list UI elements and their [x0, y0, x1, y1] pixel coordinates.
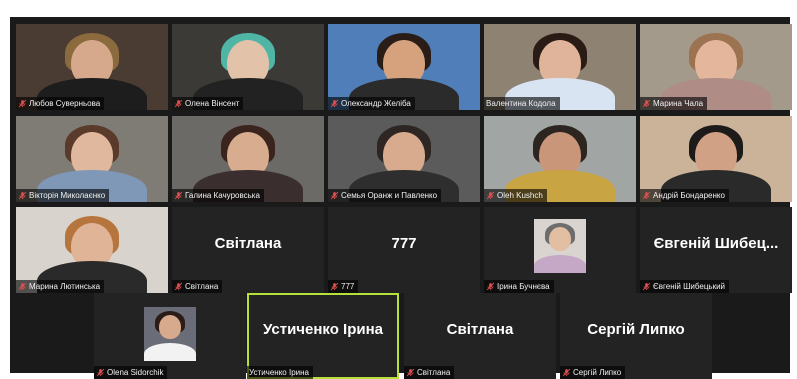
participant-namebar: Світлана: [404, 366, 455, 379]
participant-namebar: Валентина Кодола: [484, 97, 560, 110]
mic-off-icon: [642, 191, 651, 200]
mic-off-icon: [18, 191, 27, 200]
participant-display-name: Устиченко Ірина: [263, 321, 383, 338]
participant-name: 777: [341, 282, 355, 291]
participant-display-name: Світлана: [446, 321, 514, 338]
participant-body: [534, 255, 586, 273]
participant-tile[interactable]: Марина Чала: [640, 24, 792, 110]
mic-off-icon: [174, 282, 183, 291]
mic-off-icon: [642, 99, 651, 108]
mic-off-icon: [330, 282, 339, 291]
participant-namebar: Ірина Бучнєва: [484, 280, 554, 293]
participant-name: Любов Суверньова: [29, 99, 101, 108]
mic-off-icon: [486, 282, 495, 291]
participant-tile[interactable]: Oleh Kushch: [484, 116, 636, 202]
mic-off-icon: [174, 191, 183, 200]
participant-name: Валентина Кодола: [486, 99, 556, 108]
participant-namebar: Семья Оранж и Павленко: [328, 189, 442, 202]
participant-display-name: Світлана: [214, 235, 282, 252]
participant-name: Ірина Бучнєва: [497, 282, 550, 291]
participant-namebar: Вікторія Миколаєнко: [16, 189, 110, 202]
participant-tile[interactable]: Ірина Бучнєва: [484, 207, 636, 293]
participant-name: Семья Оранж и Павленко: [341, 191, 438, 200]
participant-tile[interactable]: Сергій Липко Сергій Липко: [560, 293, 712, 379]
participant-name: Світлана: [417, 368, 451, 377]
participant-namebar: Устиченко Ірина: [247, 366, 313, 379]
participant-name: Марина Лютинська: [29, 282, 101, 291]
participant-tile[interactable]: Марина Лютинська: [16, 207, 168, 293]
participant-name: Євгеній Шибецький: [653, 282, 726, 291]
participant-tile[interactable]: Olena Sidorchik: [94, 293, 246, 379]
participant-namebar: 777: [328, 280, 359, 293]
mic-off-icon: [174, 99, 183, 108]
participant-namebar: Євгеній Шибецький: [640, 280, 730, 293]
participant-tile[interactable]: Євгеній Шибец... Євгеній Шибецький: [640, 207, 792, 293]
video-gallery: Любов Суверньова Олена Вінсент Олександр…: [10, 17, 792, 379]
participant-tile[interactable]: Любов Суверньова: [16, 24, 168, 110]
participant-namebar: Андрій Бондаренко: [640, 189, 729, 202]
mic-off-icon: [562, 368, 571, 377]
participant-name: Устиченко Ірина: [249, 368, 309, 377]
mic-off-icon: [330, 99, 339, 108]
profile-photo: [534, 219, 586, 273]
participant-namebar: Галина Качуровська: [172, 189, 264, 202]
participant-display-name: Сергій Липко: [587, 321, 685, 338]
participant-face: [549, 227, 571, 251]
participant-body: [144, 343, 196, 361]
mic-off-icon: [642, 282, 651, 291]
participant-namebar: Сергій Липко: [560, 366, 626, 379]
mic-off-icon: [18, 99, 27, 108]
participant-namebar: Олена Вінсент: [172, 97, 244, 110]
participant-name: Oleh Kushch: [497, 191, 543, 200]
participant-display-name: Євгеній Шибец...: [653, 235, 779, 252]
participant-namebar: Олександр Желіба: [328, 97, 415, 110]
participant-name: Галина Качуровська: [185, 191, 260, 200]
participant-namebar: Olena Sidorchik: [94, 366, 168, 379]
participant-tile[interactable]: Валентина Кодола: [484, 24, 636, 110]
participant-namebar: Марина Лютинська: [16, 280, 105, 293]
participant-face: [159, 315, 181, 339]
participant-namebar: Марина Чала: [640, 97, 708, 110]
participant-name: Вікторія Миколаєнко: [29, 191, 106, 200]
participant-tile[interactable]: Андрій Бондаренко: [640, 116, 792, 202]
profile-photo: [144, 307, 196, 361]
participant-display-name: 777: [391, 235, 417, 252]
participant-name: Марина Чала: [653, 99, 704, 108]
participant-namebar: Oleh Kushch: [484, 189, 547, 202]
participant-tile[interactable]: Світлана Світлана: [172, 207, 324, 293]
participant-tile[interactable]: Галина Качуровська: [172, 116, 324, 202]
mic-off-icon: [330, 191, 339, 200]
participant-namebar: Любов Суверньова: [16, 97, 105, 110]
participant-tile-active-speaker[interactable]: Устиченко Ірина Устиченко Ірина: [247, 293, 399, 379]
mic-off-icon: [18, 282, 27, 291]
participant-tile[interactable]: Вікторія Миколаєнко: [16, 116, 168, 202]
participant-name: Olena Sidorchik: [107, 368, 164, 377]
mic-off-icon: [406, 368, 415, 377]
participant-tile[interactable]: Світлана Світлана: [404, 293, 556, 379]
participant-name: Олена Вінсент: [185, 99, 240, 108]
participant-namebar: Світлана: [172, 280, 223, 293]
participant-tile[interactable]: 777 777: [328, 207, 480, 293]
participant-name: Олександр Желіба: [341, 99, 411, 108]
participant-tile[interactable]: Олена Вінсент: [172, 24, 324, 110]
participant-name: Андрій Бондаренко: [653, 191, 725, 200]
mic-off-icon: [486, 191, 495, 200]
participant-name: Світлана: [185, 282, 219, 291]
participant-name: Сергій Липко: [573, 368, 622, 377]
mic-off-icon: [96, 368, 105, 377]
participant-tile[interactable]: Семья Оранж и Павленко: [328, 116, 480, 202]
participant-tile[interactable]: Олександр Желіба: [328, 24, 480, 110]
